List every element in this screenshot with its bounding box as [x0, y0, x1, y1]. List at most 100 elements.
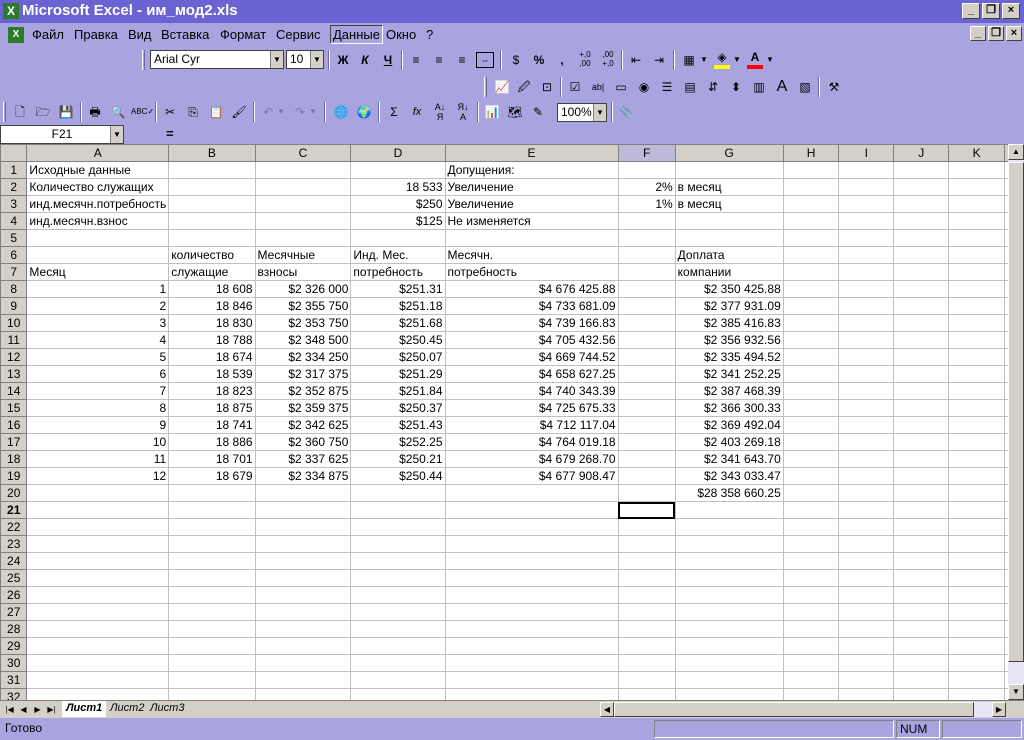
cell-F16[interactable] — [617, 416, 676, 434]
cell-C1[interactable] — [254, 161, 352, 179]
cell-E8[interactable]: $4 676 425.88 — [444, 280, 619, 298]
cell-J32[interactable] — [893, 688, 950, 700]
increase-decimal-button[interactable]: +,0 ,00 — [575, 50, 595, 70]
cell-E14[interactable]: $4 740 343.39 — [444, 382, 619, 400]
borders-icon[interactable]: ▦ — [679, 50, 699, 70]
cell-F31[interactable] — [617, 671, 676, 689]
cell-F2[interactable]: 2% — [617, 178, 676, 196]
cell-I8[interactable] — [838, 280, 895, 298]
radio-control-icon[interactable]: ◉ — [634, 77, 654, 97]
checkbox-control-icon[interactable]: ☑ — [565, 77, 585, 97]
cell-G23[interactable] — [674, 535, 784, 553]
cell-G32[interactable] — [674, 688, 784, 700]
cell-J1[interactable] — [893, 161, 950, 179]
cell-H17[interactable] — [782, 433, 840, 451]
cell-H25[interactable] — [782, 569, 840, 587]
cell-G2[interactable]: в месяц — [674, 178, 784, 196]
cell-A14[interactable]: 7 — [26, 382, 170, 400]
sheet-tab-2[interactable]: Лист2 — [106, 701, 148, 717]
underline-button[interactable]: Ч — [378, 50, 398, 70]
label-control-icon[interactable]: A — [772, 77, 792, 97]
cell-G9[interactable]: $2 377 931.09 — [674, 297, 784, 315]
undo-icon[interactable]: ↶ — [258, 102, 278, 122]
cell-D5[interactable] — [350, 229, 446, 247]
cell-A16[interactable]: 9 — [26, 416, 170, 434]
cell-B28[interactable] — [168, 620, 256, 638]
cell-B14[interactable]: 18 823 — [168, 382, 256, 400]
cell-A7[interactable]: Месяц — [26, 263, 170, 281]
sort-ascending-icon[interactable]: A↓ Я — [430, 102, 450, 122]
cell-K16[interactable] — [948, 416, 1005, 434]
cell-E32[interactable] — [444, 688, 619, 700]
cell-C27[interactable] — [254, 603, 352, 621]
column-header-F[interactable]: F — [617, 144, 676, 162]
cell-E23[interactable] — [444, 535, 619, 553]
cell-K21[interactable] — [948, 501, 1005, 519]
font-color-dropdown-icon[interactable]: ▼ — [765, 50, 775, 70]
cell-E21[interactable] — [444, 501, 619, 519]
cell-J24[interactable] — [893, 552, 950, 570]
cell-D25[interactable] — [350, 569, 446, 587]
print-icon[interactable]: 🖶 — [85, 102, 105, 122]
row-header[interactable]: 15 — [0, 399, 28, 417]
cell-B11[interactable]: 18 788 — [168, 331, 256, 349]
cell-D28[interactable] — [350, 620, 446, 638]
cell-G12[interactable]: $2 335 494.52 — [674, 348, 784, 366]
cell-C15[interactable]: $2 359 375 — [254, 399, 352, 417]
cell-J6[interactable] — [893, 246, 950, 264]
cell-K24[interactable] — [948, 552, 1005, 570]
cell-I6[interactable] — [838, 246, 895, 264]
cell-A2[interactable]: Количество служащих — [26, 178, 170, 196]
cell-B13[interactable]: 18 539 — [168, 365, 256, 383]
formula-input[interactable] — [182, 125, 1024, 144]
function-button[interactable]: fx — [407, 102, 427, 122]
cell-K8[interactable] — [948, 280, 1005, 298]
row-header[interactable]: 21 — [0, 501, 28, 519]
row-header[interactable]: 10 — [0, 314, 28, 332]
cell-F15[interactable] — [617, 399, 676, 417]
cell-F20[interactable] — [617, 484, 676, 502]
cell-D17[interactable]: $252.25 — [350, 433, 446, 451]
cell-G29[interactable] — [674, 637, 784, 655]
align-left-icon[interactable]: ≡ — [406, 50, 426, 70]
cell-J11[interactable] — [893, 331, 950, 349]
scroll-up-icon[interactable]: ▲ — [1008, 144, 1024, 160]
cell-K1[interactable] — [948, 161, 1005, 179]
cell-G8[interactable]: $2 350 425.88 — [674, 280, 784, 298]
new-file-icon[interactable]: 🗋 — [10, 102, 30, 122]
undo-dropdown-icon[interactable]: ▼ — [276, 102, 286, 122]
row-header[interactable]: 18 — [0, 450, 28, 468]
cell-K19[interactable] — [948, 467, 1005, 485]
cell-C9[interactable]: $2 355 750 — [254, 297, 352, 315]
paste-icon[interactable]: 📋 — [206, 102, 226, 122]
cell-K31[interactable] — [948, 671, 1005, 689]
cell-J30[interactable] — [893, 654, 950, 672]
cell-K3[interactable] — [948, 195, 1005, 213]
cell-D9[interactable]: $251.18 — [350, 297, 446, 315]
cell-D29[interactable] — [350, 637, 446, 655]
cell-J28[interactable] — [893, 620, 950, 638]
cell-F18[interactable] — [617, 450, 676, 468]
cell-G31[interactable] — [674, 671, 784, 689]
cell-H21[interactable] — [782, 501, 840, 519]
cell-E15[interactable]: $4 725 675.33 — [444, 399, 619, 417]
cell-I5[interactable] — [838, 229, 895, 247]
row-header[interactable]: 23 — [0, 535, 28, 553]
cell-H6[interactable] — [782, 246, 840, 264]
cell-C32[interactable] — [254, 688, 352, 700]
cell-B25[interactable] — [168, 569, 256, 587]
cell-K17[interactable] — [948, 433, 1005, 451]
cell-A3[interactable]: инд.месячн.потребность — [26, 195, 170, 213]
cell-J15[interactable] — [893, 399, 950, 417]
fill-color-dropdown-icon[interactable]: ▼ — [732, 50, 742, 70]
cell-B16[interactable]: 18 741 — [168, 416, 256, 434]
cell-I32[interactable] — [838, 688, 895, 700]
cell-F12[interactable] — [617, 348, 676, 366]
row-header[interactable]: 26 — [0, 586, 28, 604]
autosum-button[interactable]: Σ — [384, 102, 404, 122]
cell-E28[interactable] — [444, 620, 619, 638]
cell-F7[interactable] — [617, 263, 676, 281]
cell-A27[interactable] — [26, 603, 170, 621]
cell-K13[interactable] — [948, 365, 1005, 383]
cell-H5[interactable] — [782, 229, 840, 247]
